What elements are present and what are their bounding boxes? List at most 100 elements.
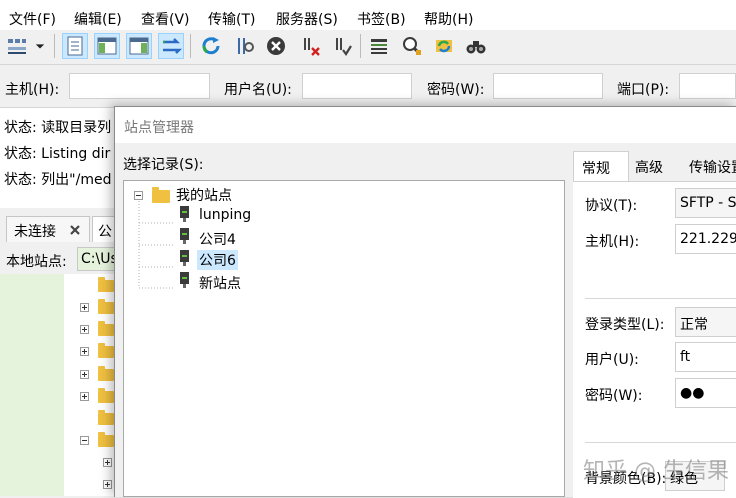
site-item-new-site[interactable]: 新站点 <box>199 273 241 293</box>
menu-bookmarks[interactable]: 书签(B) <box>357 9 406 29</box>
expand-icon[interactable] <box>103 458 112 467</box>
folder-icon <box>98 299 114 314</box>
port-label: 端口(P): <box>617 82 670 98</box>
collapse-icon[interactable] <box>134 191 143 200</box>
tab-label: 未连接 <box>14 224 56 240</box>
process-queue-icon[interactable] <box>231 33 257 59</box>
message-log: 状态: 读取目录列 状态: Listing dir 状态: 列出"/med <box>0 108 120 208</box>
user-label: 用户(U): <box>585 352 639 368</box>
expand-icon[interactable] <box>80 347 89 356</box>
tab-label: 公 <box>98 224 112 240</box>
host-field[interactable]: 221.229 <box>675 224 736 254</box>
watermark: 知乎 @ 生信果 <box>583 459 729 484</box>
tab-advanced[interactable]: 高级 <box>631 151 679 181</box>
logon-type-label: 登录类型(L): <box>585 317 665 333</box>
toggle-remote-tree-icon[interactable] <box>126 33 152 59</box>
tree-root-my-sites[interactable]: 我的站点 <box>176 185 232 205</box>
menu-server[interactable]: 服务器(S) <box>276 9 338 29</box>
refresh-icon[interactable] <box>198 33 224 59</box>
logon-type-select[interactable]: 正常 <box>675 307 736 337</box>
password-input[interactable] <box>493 73 603 99</box>
divider <box>585 442 736 443</box>
search-icon[interactable] <box>399 33 425 59</box>
settings-tabs: 常规 高级 传输设置 <box>573 151 736 181</box>
folder-icon <box>98 410 114 425</box>
toggle-log-icon[interactable] <box>62 33 88 59</box>
user-field[interactable]: ft <box>675 342 736 372</box>
username-input[interactable] <box>302 73 412 99</box>
server-icon <box>180 206 189 222</box>
expand-icon[interactable] <box>80 370 89 379</box>
toggle-transfer-queue-icon[interactable] <box>158 33 184 59</box>
quickconnect-bar: 主机(H): 用户名(U): 密码(W): 端口(P): <box>0 65 736 108</box>
tab-label: 传输设置 <box>689 160 736 176</box>
select-entry-label: 选择记录(S): <box>123 157 204 173</box>
host-input[interactable] <box>69 73 210 99</box>
server-icon <box>180 228 189 244</box>
general-settings-panel: 协议(T): SFTP - S 主机(H): 221.229 登录类型(L): … <box>573 181 736 498</box>
password-label: 密码(W): <box>427 82 485 98</box>
dropdown-arrow-icon[interactable] <box>32 33 48 59</box>
menu-help[interactable]: 帮助(H) <box>424 9 473 29</box>
host-label: 主机(H): <box>5 82 60 98</box>
dialog-title: 站点管理器 <box>124 120 194 136</box>
toolbar-separator <box>360 34 361 58</box>
collapse-icon[interactable] <box>80 436 89 445</box>
sync-browse-icon[interactable] <box>431 33 457 59</box>
folder-icon <box>98 432 114 447</box>
folder-icon <box>98 343 114 358</box>
toolbar <box>0 30 736 65</box>
password-label: 密码(W): <box>585 388 643 404</box>
server-icon <box>180 272 189 288</box>
username-label: 用户名(U): <box>224 82 292 98</box>
tab-label: 常规 <box>582 161 610 177</box>
tree-indent-area <box>0 274 64 496</box>
menu-edit[interactable]: 编辑(E) <box>74 9 122 29</box>
disconnect-icon[interactable] <box>297 33 323 59</box>
divider <box>585 298 736 299</box>
tab-label: 高级 <box>635 160 663 176</box>
port-input[interactable] <box>679 73 736 99</box>
site-tree[interactable]: 我的站点 lunping 公司4 公司6 新站点 <box>123 180 565 497</box>
tab-transfer-settings[interactable]: 传输设置 <box>685 151 736 181</box>
site-manager-icon[interactable] <box>4 33 30 59</box>
log-line: 状态: Listing dir <box>4 146 111 162</box>
filter-icon[interactable] <box>366 33 392 59</box>
protocol-select[interactable]: SFTP - S <box>675 188 736 218</box>
cancel-icon[interactable] <box>263 33 289 59</box>
log-line: 状态: 列出"/med <box>4 172 112 188</box>
expand-icon[interactable] <box>103 480 112 489</box>
site-item-company4[interactable]: 公司4 <box>199 229 236 249</box>
protocol-label: 协议(T): <box>585 198 638 214</box>
menu-view[interactable]: 查看(V) <box>141 9 190 29</box>
site-manager-dialog: 站点管理器 选择记录(S): 我的站点 lunping 公司4 公司6 新站点 … <box>114 106 736 498</box>
expand-icon[interactable] <box>80 303 89 312</box>
menu-file[interactable]: 文件(F) <box>9 9 56 29</box>
menu-transfer[interactable]: 传输(T) <box>208 9 255 29</box>
local-site-label: 本地站点: <box>6 254 67 270</box>
expand-icon[interactable] <box>80 392 89 401</box>
connection-tabs: 未连接 公 <box>0 212 122 242</box>
password-field[interactable]: ●● <box>675 378 736 408</box>
reconnect-icon[interactable] <box>329 33 355 59</box>
find-files-icon[interactable] <box>463 33 489 59</box>
expand-icon[interactable] <box>80 325 89 334</box>
folder-icon <box>98 321 114 336</box>
toolbar-separator <box>54 34 55 58</box>
server-icon <box>180 250 189 266</box>
close-icon[interactable] <box>69 224 81 236</box>
tree-lines <box>138 201 174 289</box>
tab-general[interactable]: 常规 <box>573 151 629 181</box>
local-tree <box>0 274 120 496</box>
site-item-lunping[interactable]: lunping <box>199 207 251 223</box>
site-item-company6[interactable]: 公司6 <box>197 250 238 270</box>
toolbar-separator <box>190 34 191 58</box>
menu-bar: 文件(F) 编辑(E) 查看(V) 传输(T) 服务器(S) 书签(B) 帮助(… <box>0 0 736 30</box>
dialog-titlebar[interactable]: 站点管理器 <box>115 107 736 143</box>
local-path-value: C:\Us <box>81 251 118 267</box>
folder-icon <box>98 277 114 292</box>
host-label: 主机(H): <box>585 234 640 250</box>
toggle-local-tree-icon[interactable] <box>94 33 120 59</box>
folder-icon <box>98 366 114 381</box>
tab-disconnected[interactable]: 未连接 <box>6 216 90 242</box>
